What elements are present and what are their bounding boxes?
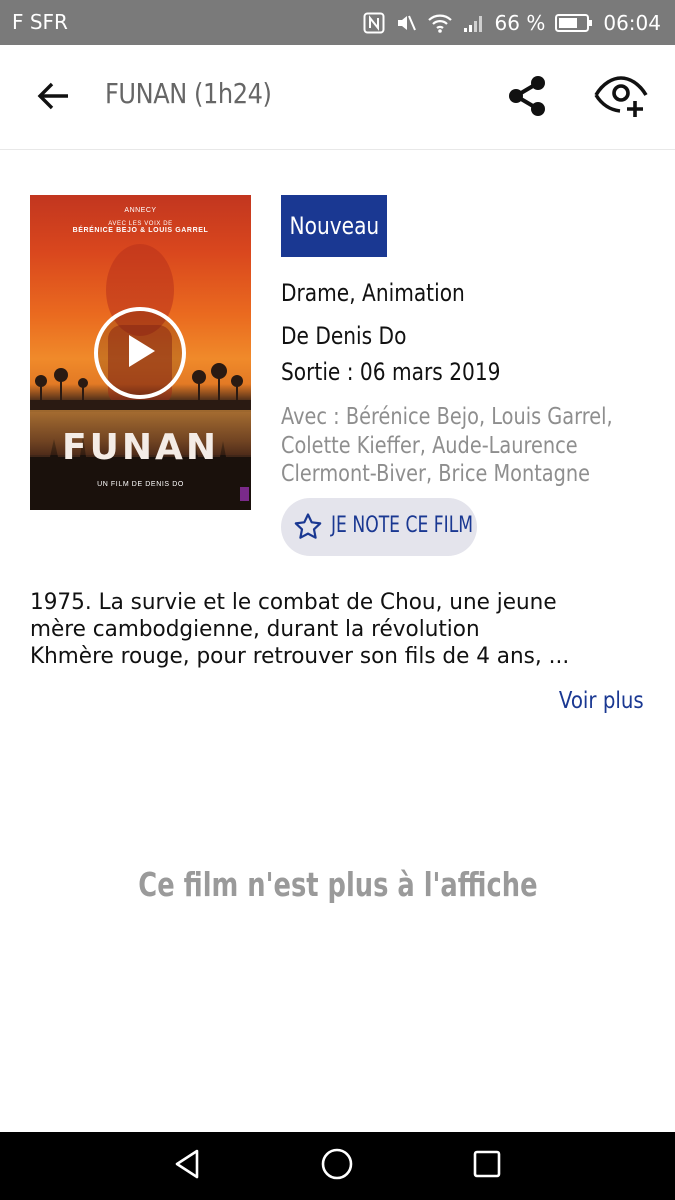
- poster-title: FUNAN: [62, 427, 219, 468]
- release-date-label: Sortie : 06 mars 2019: [281, 358, 501, 386]
- new-badge-label: Nouveau: [289, 212, 379, 240]
- cast-line: Colette Kieffer, Aude-Laurence: [281, 432, 578, 459]
- poster-cast-line: BÉRÉNICE BEJO & LOUIS GARREL: [72, 227, 209, 234]
- share-icon: [504, 74, 550, 123]
- availability-text: Ce film n'est plus à l'affiche: [137, 865, 538, 904]
- nfc-icon: [363, 12, 385, 34]
- triangle-back-icon: [172, 1148, 202, 1185]
- signal-icon: [463, 13, 485, 33]
- rate-film-button[interactable]: JE NOTE CE FILM: [281, 498, 477, 556]
- new-badge: Nouveau: [281, 195, 387, 257]
- nav-back-button[interactable]: [165, 1146, 209, 1186]
- system-nav-bar: [0, 1132, 675, 1200]
- synopsis-line: Khmère rouge, pour retrouver son fils de…: [30, 644, 570, 669]
- nav-home-button[interactable]: [315, 1146, 359, 1186]
- wifi-icon: [427, 12, 453, 34]
- movie-poster[interactable]: ANNECY AVEC LES VOIX DE BÉRÉNICE BEJO & …: [30, 195, 251, 510]
- synopsis: 1975. La survie et le combat de Chou, un…: [30, 589, 650, 670]
- star-outline-icon: [293, 512, 323, 547]
- synopsis-line: mère cambodgienne, durant la révolution: [30, 617, 480, 642]
- add-to-watchlist-button[interactable]: [590, 71, 652, 125]
- square-recents-icon: [472, 1149, 502, 1184]
- battery-percent: 66 %: [494, 11, 546, 35]
- poster-cast: AVEC LES VOIX DE BÉRÉNICE BEJO & LOUIS G…: [30, 221, 251, 234]
- clock: 06:04: [603, 11, 661, 35]
- director-label: De Denis Do: [281, 322, 407, 350]
- synopsis-line: 1975. La survie et le combat de Chou, un…: [30, 590, 557, 615]
- carrier-label: F SFR: [12, 10, 68, 34]
- app-bar: FUNAN (1h24): [0, 45, 675, 150]
- arrow-left-icon: [36, 81, 70, 116]
- status-bar: F SFR 66 % 06:04: [0, 0, 675, 45]
- back-button[interactable]: [30, 75, 76, 121]
- mute-icon: [395, 12, 417, 34]
- cast-line: Clermont-Biver, Brice Montagne: [281, 461, 591, 487]
- see-more-link[interactable]: Voir plus: [559, 688, 644, 714]
- play-trailer-button[interactable]: [94, 307, 186, 399]
- cast-list: Avec : Bérénice Bejo, Louis Garrel, Cole…: [281, 403, 613, 489]
- status-icons: 66 % 06:04: [363, 8, 661, 38]
- poster-festival-logo: ANNECY: [124, 207, 157, 214]
- eye-plus-icon: [593, 73, 649, 124]
- availability-notice: Ce film n'est plus à l'affiche: [0, 865, 675, 904]
- share-button[interactable]: [500, 73, 554, 123]
- battery-icon: [555, 13, 593, 33]
- circle-home-icon: [320, 1147, 354, 1186]
- nav-recents-button[interactable]: [465, 1146, 509, 1186]
- rate-film-label: JE NOTE CE FILM: [331, 513, 474, 538]
- genre-label: Drame, Animation: [281, 279, 465, 307]
- play-icon: [123, 332, 157, 375]
- page-title: FUNAN (1h24): [105, 77, 272, 110]
- cast-line: Avec : Bérénice Bejo, Louis Garrel,: [281, 404, 613, 430]
- poster-director-credit: UN FILM DE DENIS DO: [97, 481, 184, 488]
